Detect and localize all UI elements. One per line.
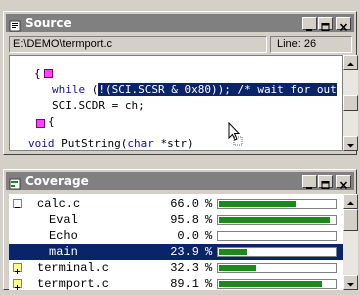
coverage-bar: [217, 215, 337, 225]
coverage-title: Coverage: [25, 174, 89, 188]
coverage-percent-sign: %: [205, 261, 213, 275]
expand-icon[interactable]: [13, 263, 22, 274]
code-keyword: void: [28, 137, 55, 150]
breakpoint-marker-icon[interactable]: [36, 119, 45, 128]
source-line-indicator: Line: 26: [270, 36, 352, 53]
code-token: *str): [153, 137, 194, 150]
coverage-row[interactable]: main 23.9%: [9, 244, 343, 260]
code-line-current: while (!(SCI.SCSR & 0x80)); /* wait for …: [52, 82, 337, 98]
code-line: {: [48, 114, 55, 130]
arrow-down-icon: [347, 283, 354, 287]
coverage-maximize-button[interactable]: [318, 174, 333, 189]
source-title: Source: [25, 16, 72, 30]
coverage-percent-sign: %: [205, 229, 213, 243]
source-minimize-button[interactable]: [302, 16, 317, 31]
source-vertical-scrollbar[interactable]: [343, 55, 358, 151]
coverage-percent-value: 32.3: [170, 261, 199, 275]
coverage-percent-value: 66.0: [170, 197, 199, 211]
coverage-item-name: terminal.c: [37, 261, 110, 275]
coverage-close-button[interactable]: [336, 174, 351, 189]
coverage-minimize-button[interactable]: [302, 174, 317, 189]
arrow-down-icon: [347, 144, 354, 148]
coverage-bar-fill: [219, 249, 247, 255]
coverage-window-icon: [9, 175, 21, 190]
source-code-view[interactable]: { while (!(SCI.SCSR & 0x80)); /* wait fo…: [9, 55, 343, 151]
coverage-window: Coverage calc.c 66.0% Eval 95.8% Echo 0.0% mai…: [3, 169, 358, 290]
code-token: {: [48, 115, 55, 128]
scroll-down-button[interactable]: [343, 275, 358, 290]
coverage-bar-fill: [219, 217, 330, 223]
minimize-icon: [303, 18, 316, 31]
source-window: Source E:\DEMO\termport.c Line: 26 { whi…: [3, 11, 358, 155]
maximize-icon: [319, 176, 332, 189]
coverage-item-name: calc.c: [37, 197, 81, 211]
source-file-path: E:\DEMO\termport.c: [9, 36, 267, 53]
coverage-row[interactable]: termport.c 89.1%: [9, 276, 343, 290]
coverage-item-name: main: [49, 245, 78, 259]
coverage-bar-fill: [219, 281, 322, 287]
source-title-bar[interactable]: Source: [6, 14, 354, 32]
code-token: (: [85, 83, 99, 96]
coverage-item-name: termport.c: [37, 277, 110, 290]
code-line: void PutString(char *str): [28, 136, 194, 150]
close-icon: [337, 176, 350, 189]
code-keyword: while: [52, 83, 86, 96]
coverage-row[interactable]: Eval 95.8%: [9, 212, 343, 228]
coverage-bar: [217, 279, 337, 289]
coverage-bar-fill: [219, 265, 256, 271]
scroll-down-button[interactable]: [343, 136, 358, 151]
scroll-thumb[interactable]: [343, 209, 358, 231]
code-line: {: [34, 66, 41, 82]
scroll-thumb[interactable]: [343, 95, 358, 111]
coverage-percent-value: 23.9: [170, 245, 199, 259]
code-token: {: [34, 67, 41, 80]
coverage-percent-value: 89.1: [170, 277, 199, 290]
source-maximize-button[interactable]: [318, 16, 333, 31]
source-close-button[interactable]: [336, 16, 351, 31]
mouse-cursor-icon: [228, 121, 244, 150]
coverage-percent-sign: %: [205, 277, 213, 290]
coverage-row[interactable]: Echo 0.0%: [9, 228, 343, 244]
coverage-bar: [217, 231, 337, 241]
expand-icon[interactable]: [13, 279, 22, 290]
scroll-up-button[interactable]: [343, 55, 358, 70]
collapse-icon[interactable]: [13, 199, 22, 208]
coverage-item-name: Eval: [49, 213, 78, 227]
coverage-percent-sign: %: [205, 213, 213, 227]
coverage-percent-value: 0.0: [177, 229, 199, 243]
coverage-vertical-scrollbar[interactable]: [343, 194, 358, 290]
arrow-up-icon: [347, 62, 354, 66]
coverage-row[interactable]: calc.c 66.0%: [9, 196, 343, 212]
code-line: SCI.SCDR = ch;: [52, 98, 145, 114]
coverage-bar: [217, 263, 337, 273]
coverage-item-name: Echo: [49, 229, 78, 243]
breakpoint-marker-icon[interactable]: [44, 69, 53, 78]
coverage-list[interactable]: calc.c 66.0% Eval 95.8% Echo 0.0% main 23.9% ter…: [9, 194, 343, 290]
coverage-bar-fill: [219, 201, 296, 207]
code-token: SCI.SCDR = ch;: [52, 99, 145, 112]
coverage-title-bar[interactable]: Coverage: [6, 172, 354, 190]
coverage-percent-sign: %: [205, 197, 213, 211]
scroll-up-button[interactable]: [343, 194, 358, 209]
coverage-percent-value: 95.8: [170, 213, 199, 227]
code-keyword: char: [127, 137, 154, 150]
coverage-bar: [217, 247, 337, 257]
code-token: PutString(: [54, 137, 128, 150]
maximize-icon: [319, 18, 332, 31]
source-window-icon: [9, 17, 21, 32]
close-icon: [337, 18, 350, 31]
code-highlight: !(SCI.SCSR & 0x80)); /* wait for out: [98, 83, 337, 96]
coverage-percent-sign: %: [205, 245, 213, 259]
coverage-bar: [217, 199, 337, 209]
minimize-icon: [303, 176, 316, 189]
coverage-row[interactable]: terminal.c 32.3%: [9, 260, 343, 276]
